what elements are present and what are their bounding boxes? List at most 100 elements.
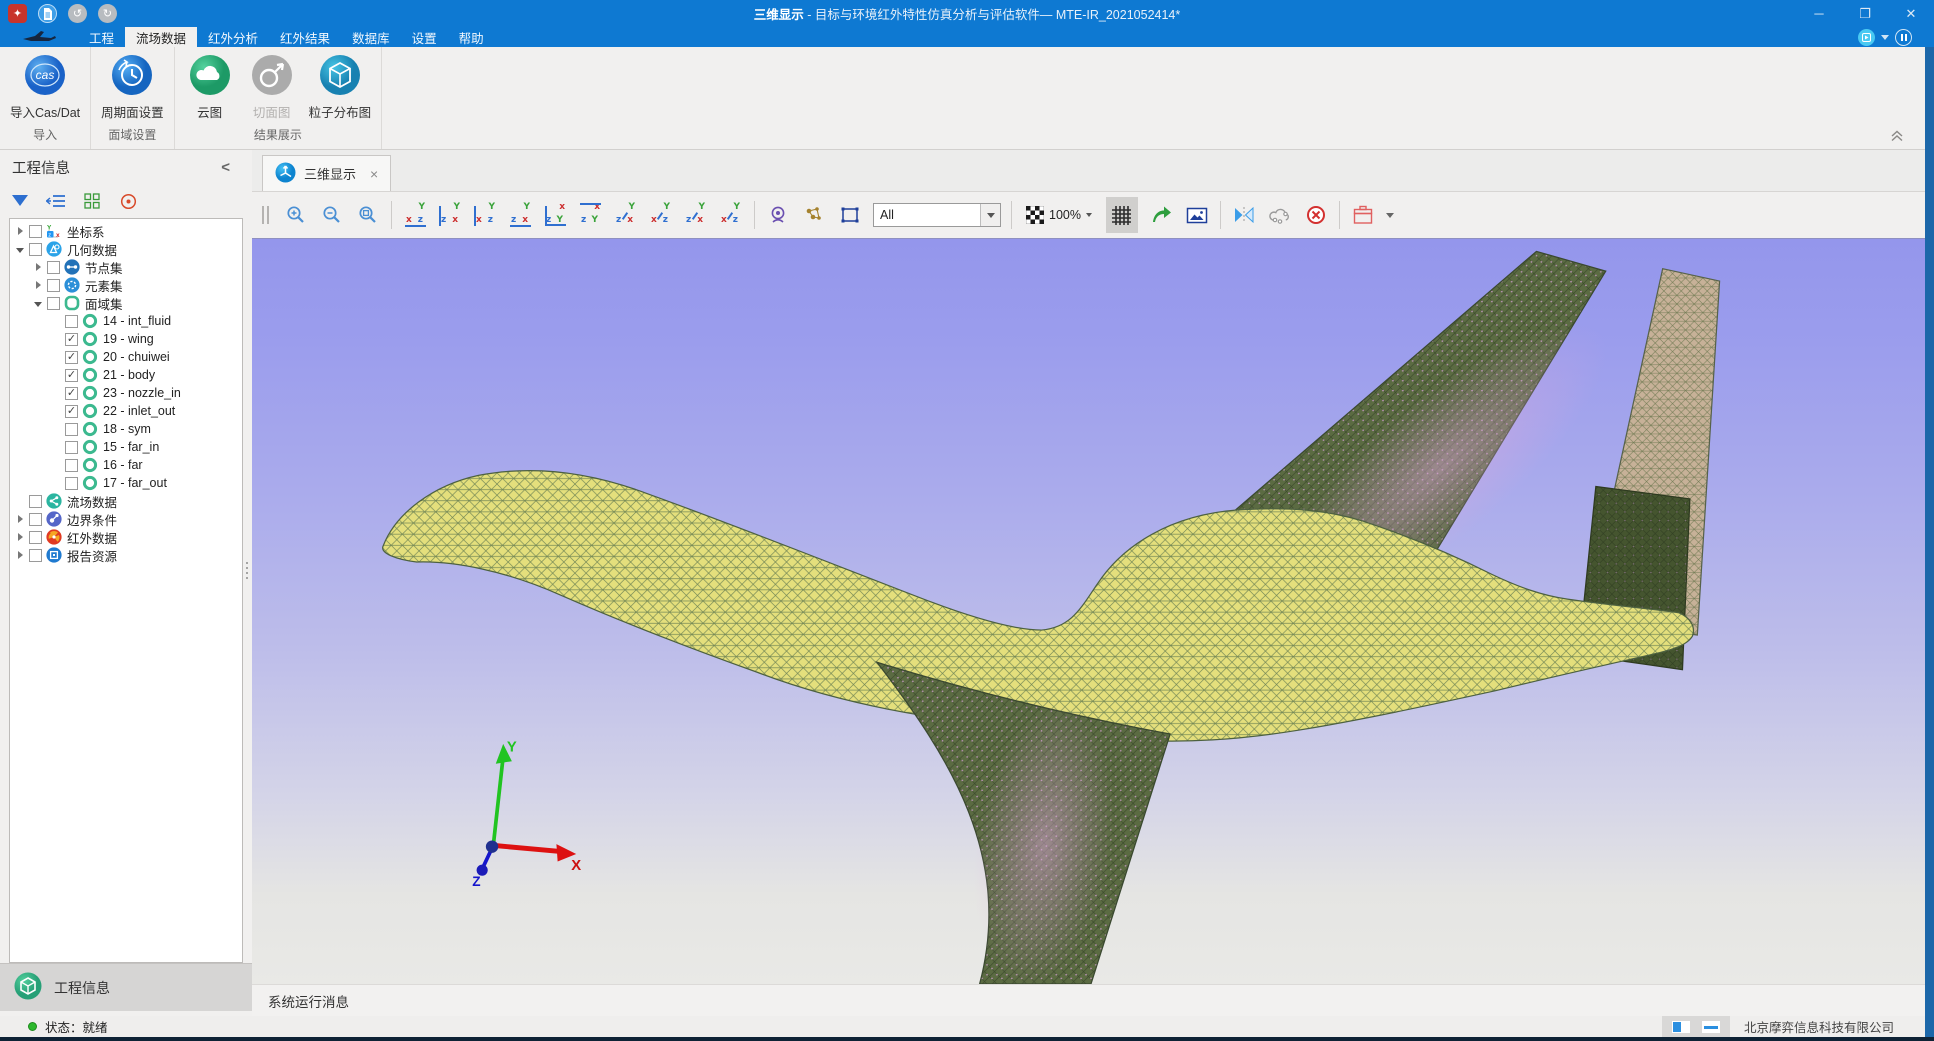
- tree-checkbox[interactable]: [47, 279, 60, 292]
- view-top-icon[interactable]: xzY: [577, 202, 604, 228]
- tree-checkbox[interactable]: [65, 423, 78, 436]
- quick-run-button[interactable]: [1858, 29, 1875, 46]
- menu-item-工程[interactable]: 工程: [78, 27, 125, 47]
- tab-close-icon[interactable]: ×: [370, 166, 378, 182]
- box-select-button[interactable]: [837, 202, 863, 228]
- screenshot-button[interactable]: [1184, 202, 1210, 228]
- tree-checkbox[interactable]: [29, 495, 42, 508]
- tree-row[interactable]: 边界条件: [10, 510, 242, 528]
- tree-row[interactable]: 14 - int_fluid: [10, 312, 242, 330]
- particle-distribution-button[interactable]: 粒子分布图: [305, 54, 376, 121]
- tree-checkbox[interactable]: [29, 513, 42, 526]
- view-back-icon[interactable]: Yzx: [437, 202, 464, 228]
- menu-item-设置[interactable]: 设置: [401, 27, 448, 47]
- panel-collapse-button[interactable]: <: [221, 159, 240, 176]
- view-front-icon[interactable]: Yxz: [402, 202, 429, 228]
- tree-row[interactable]: 几何数据: [10, 240, 242, 258]
- tree-row[interactable]: 红外数据: [10, 528, 242, 546]
- tree-row[interactable]: 16 - far: [10, 456, 242, 474]
- panel-footer-item[interactable]: 工程信息: [0, 963, 252, 1011]
- toolbox-caret-icon[interactable]: [1386, 213, 1394, 218]
- layout-left-panel-icon[interactable]: [1672, 1021, 1690, 1033]
- tree-row[interactable]: Yzx 坐标系: [10, 222, 242, 240]
- expand-arrow-icon[interactable]: [32, 261, 44, 273]
- export-share-button[interactable]: [1148, 202, 1174, 228]
- zoom-out-button[interactable]: [319, 202, 345, 228]
- tree-checkbox[interactable]: ✓: [65, 387, 78, 400]
- expand-arrow-icon[interactable]: [14, 225, 26, 237]
- tree-row[interactable]: 流场数据: [10, 492, 242, 510]
- aircraft-fuselage[interactable]: [383, 471, 1694, 742]
- collapse-tree-button[interactable]: [46, 192, 66, 210]
- quick-menu-caret-icon[interactable]: [1881, 35, 1889, 40]
- undo-button[interactable]: ↺: [68, 4, 87, 23]
- expand-arrow-icon[interactable]: [32, 279, 44, 291]
- group-view-button[interactable]: [82, 192, 102, 210]
- zoom-in-button[interactable]: [283, 202, 309, 228]
- tree-row[interactable]: 元素集: [10, 276, 242, 294]
- tree-checkbox[interactable]: ✓: [65, 369, 78, 382]
- tree-checkbox[interactable]: ✓: [65, 405, 78, 418]
- tree-row[interactable]: ✓ 23 - nozzle_in: [10, 384, 242, 402]
- filter-button[interactable]: [10, 192, 30, 210]
- close-button[interactable]: ✕: [1888, 0, 1934, 27]
- tree-row[interactable]: ✓ 22 - inlet_out: [10, 402, 242, 420]
- toolbar-drag-handle[interactable]: [258, 206, 273, 224]
- probe-camera-button[interactable]: [765, 202, 791, 228]
- expand-arrow-icon[interactable]: [14, 513, 26, 525]
- mirror-button[interactable]: [1231, 202, 1257, 228]
- menu-item-流场数据[interactable]: 流场数据: [125, 27, 197, 47]
- tree-checkbox[interactable]: [65, 441, 78, 454]
- tree-row[interactable]: 18 - sym: [10, 420, 242, 438]
- menu-item-红外分析[interactable]: 红外分析: [197, 27, 269, 47]
- tree-row[interactable]: ✓ 21 - body: [10, 366, 242, 384]
- redo-button[interactable]: ↻: [98, 4, 117, 23]
- view-iso-4-icon[interactable]: Yxz: [717, 202, 744, 228]
- opacity-zoom-control[interactable]: 100%: [1022, 206, 1096, 224]
- save-box-button[interactable]: [1350, 202, 1376, 228]
- view-left-icon[interactable]: Yxz: [472, 202, 499, 228]
- view-iso-1-icon[interactable]: Yzx: [612, 202, 639, 228]
- tree-checkbox[interactable]: [65, 315, 78, 328]
- tree-row[interactable]: 报告资源: [10, 546, 242, 564]
- contour-cloud-button[interactable]: 云图: [181, 54, 239, 121]
- view-bottom-icon[interactable]: xzY: [542, 202, 569, 228]
- view-iso-3-icon[interactable]: Yzx: [682, 202, 709, 228]
- view-right-icon[interactable]: Yzx: [507, 202, 534, 228]
- help-book-button[interactable]: [1895, 29, 1912, 46]
- cancel-button[interactable]: [1303, 202, 1329, 228]
- tree-row[interactable]: 节点集: [10, 258, 242, 276]
- viewport-3d[interactable]: Y X Z: [252, 238, 1925, 984]
- expand-arrow-icon[interactable]: [14, 549, 26, 561]
- combobox-dropdown-button[interactable]: [980, 204, 1000, 226]
- expand-arrow-icon[interactable]: [14, 531, 26, 543]
- tree-checkbox[interactable]: [47, 297, 60, 310]
- menu-item-数据库[interactable]: 数据库: [341, 27, 401, 47]
- expand-arrow-icon[interactable]: [14, 243, 26, 255]
- tree-row[interactable]: ✓ 20 - chuiwei: [10, 348, 242, 366]
- surface-filter-combobox[interactable]: All: [873, 203, 1001, 227]
- periodic-surface-button[interactable]: 周期面设置: [97, 54, 168, 121]
- view-iso-2-icon[interactable]: Yxz: [647, 202, 674, 228]
- tree-checkbox[interactable]: ✓: [65, 333, 78, 346]
- particles-button[interactable]: [801, 202, 827, 228]
- tree-row[interactable]: ✓ 19 - wing: [10, 330, 242, 348]
- maximize-button[interactable]: ❐: [1842, 0, 1888, 27]
- tree-checkbox[interactable]: [65, 477, 78, 490]
- tree-checkbox[interactable]: [29, 549, 42, 562]
- panel-splitter[interactable]: [246, 562, 248, 579]
- tree-row[interactable]: 15 - far_in: [10, 438, 242, 456]
- minimize-button[interactable]: ─: [1796, 0, 1842, 27]
- tree-checkbox[interactable]: [29, 225, 42, 238]
- collapse-ribbon-button[interactable]: [1888, 129, 1906, 143]
- tree-checkbox[interactable]: [47, 261, 60, 274]
- tree-checkbox[interactable]: [29, 531, 42, 544]
- tree-row[interactable]: 17 - far_out: [10, 474, 242, 492]
- mesh-toggle-button-active[interactable]: [1106, 197, 1138, 233]
- app-menu-button[interactable]: ✦: [8, 4, 27, 23]
- cloud-share-button[interactable]: [1267, 202, 1293, 228]
- zoom-fit-button[interactable]: [355, 202, 381, 228]
- tree-checkbox[interactable]: [29, 243, 42, 256]
- new-document-button[interactable]: [38, 4, 57, 23]
- tree-row[interactable]: 面域集: [10, 294, 242, 312]
